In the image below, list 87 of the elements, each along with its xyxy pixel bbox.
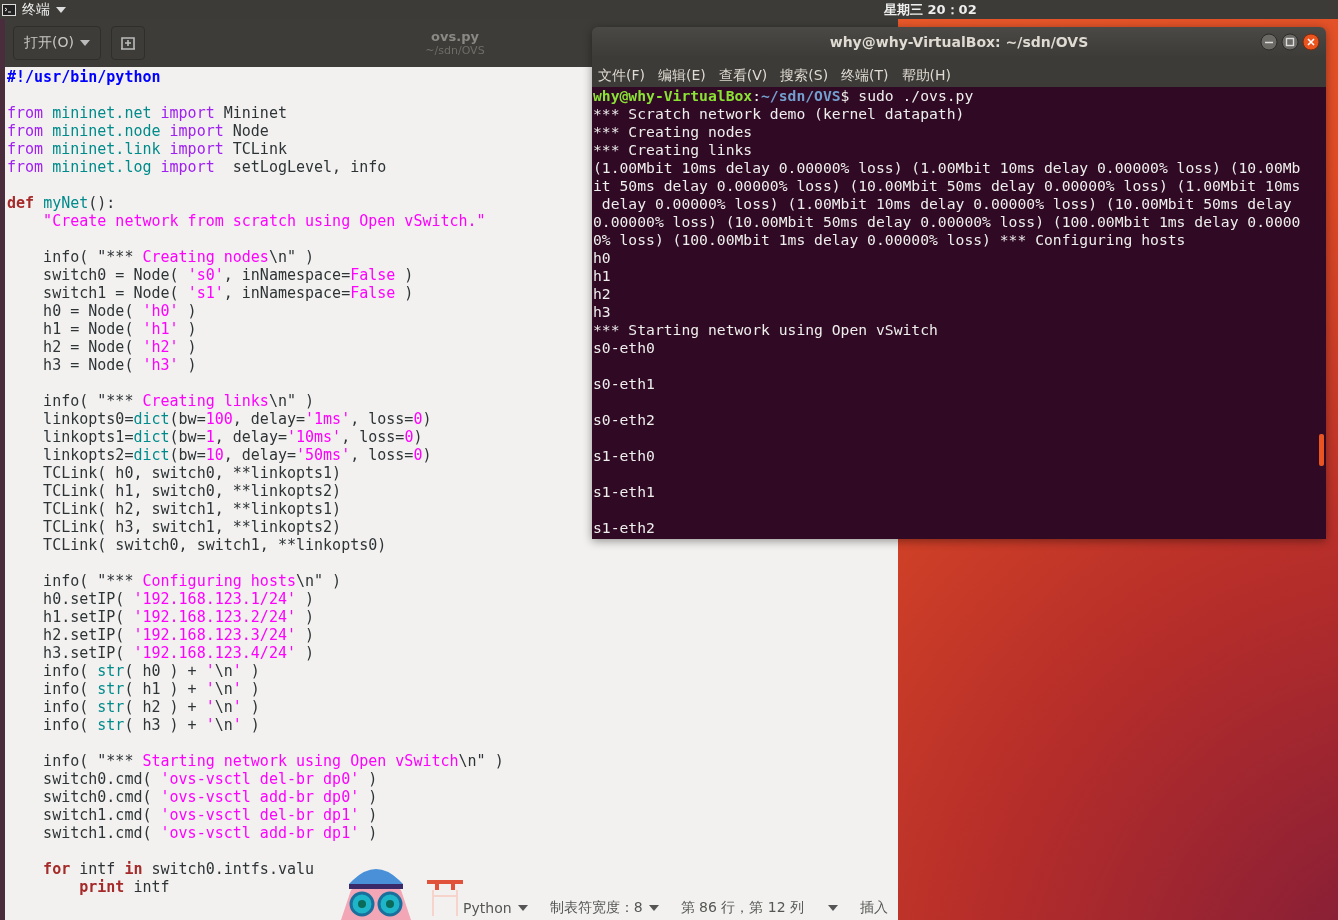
code-line: linkopts2=dict(bw=10, delay='50ms', loss=0): [42, 446, 432, 464]
output-line: 0% loss) (100.00Mbit 1ms delay 0.00000% loss) *** Configuring hosts: [593, 231, 1186, 249]
output-line: h1: [593, 267, 611, 285]
code-line: from mininet.log import setLogLevel, info: [7, 158, 387, 176]
code-line: h0 = Node( 'h0' ): [42, 302, 197, 320]
gate-icon: [427, 880, 463, 916]
code-line: switch0.cmd( 'ovs-vsctl del-br dp0' ): [42, 770, 378, 788]
menu-item[interactable]: 搜索(S): [780, 67, 829, 85]
code-line: switch1.cmd( 'ovs-vsctl add-br dp1' ): [42, 824, 378, 842]
output-line: s0-eth1: [593, 375, 655, 393]
output-line: s0-eth2: [593, 411, 655, 429]
caret-icon: [828, 905, 838, 911]
window-title: why@why-VirtualBox: ~/sdn/OVS: [829, 34, 1089, 50]
file-title: ovs.py: [431, 29, 479, 44]
code-line: h2 = Node( 'h2' ): [42, 338, 197, 356]
code-line: info( "*** Starting network using Open vSwitch\n" ): [42, 752, 504, 770]
insert-mode[interactable]: 插入: [860, 899, 888, 917]
output-line: *** Scratch network demo (kernel datapath): [593, 105, 965, 123]
menu-item[interactable]: 文件(F): [598, 67, 645, 85]
code-line: #!/usr/bin/python: [7, 68, 161, 86]
code-line: info( str( h3 ) + '\n' ): [42, 716, 260, 734]
code-line: switch0.cmd( 'ovs-vsctl add-br dp0' ): [42, 788, 378, 806]
code-line: info( "*** Creating nodes\n" ): [42, 248, 315, 266]
output-line: it 50ms delay 0.00000% loss) (10.00Mbit 50ms delay 0.00000% loss) (1.00Mbit 10ms: [593, 177, 1301, 195]
clock[interactable]: 星期三 20：02: [884, 0, 977, 19]
app-menu[interactable]: 终端: [22, 0, 50, 19]
open-button[interactable]: 打开(O): [13, 26, 101, 60]
caret-icon: [79, 40, 90, 46]
terminal-icon[interactable]: [2, 3, 16, 16]
code-line: info( str( h1 ) + '\n' ): [42, 680, 260, 698]
language-selector[interactable]: Python: [463, 900, 528, 916]
code-line: TCLink( h3, switch1, **linkopts2): [42, 518, 342, 536]
output-line: h3: [593, 303, 611, 321]
code-line: info( str( h2 ) + '\n' ): [42, 698, 260, 716]
output-line: 0.00000% loss) (10.00Mbit 50ms delay 0.00000% loss) (100.00Mbit 1ms delay 0.0000: [593, 213, 1301, 231]
menu-item[interactable]: 查看(V): [718, 67, 768, 85]
output-line: h2: [593, 285, 611, 303]
code-line: from mininet.net import Mininet: [7, 104, 287, 122]
output-line: (1.00Mbit 10ms delay 0.00000% loss) (1.00Mbit 10ms delay 0.00000% loss) (10.00Mb: [593, 159, 1301, 177]
code-line: h3 = Node( 'h3' ): [42, 356, 197, 374]
caret-icon: [517, 905, 528, 911]
new-tab-icon: [119, 35, 136, 51]
code-line: switch0 = Node( 's0', inNamespace=False ): [42, 266, 414, 284]
output-line: *** Creating nodes: [593, 123, 753, 141]
code-line: linkopts1=dict(bw=1, delay='10ms', loss=0): [42, 428, 423, 446]
code-line: TCLink( h1, switch0, **linkopts2): [42, 482, 342, 500]
code-line: "Create network from scratch using Open vSwitch.": [42, 212, 486, 230]
output-line: s1-eth0: [593, 447, 655, 465]
close-icon[interactable]: [1302, 33, 1320, 51]
code-line: h0.setIP( '192.168.123.1/24' ): [42, 590, 315, 608]
output-line: delay 0.00000% loss) (1.00Mbit 10ms delay 0.00000% loss) (10.00Mbit 50ms delay: [600, 195, 1292, 213]
code-line: linkopts0=dict(bw=100, delay='1ms', loss=0): [42, 410, 432, 428]
caret-icon: [648, 905, 659, 911]
output-line: s1-eth2: [593, 519, 655, 537]
code-line: TCLink( switch0, switch1, **linkopts0): [42, 536, 387, 554]
menu-item[interactable]: 终端(T): [841, 67, 889, 85]
code-line: switch1.cmd( 'ovs-vsctl del-br dp1' ): [42, 806, 378, 824]
scrollbar-thumb[interactable]: [1319, 434, 1324, 466]
code-line: switch1 = Node( 's1', inNamespace=False ): [42, 284, 414, 302]
output-line: *** Creating links: [593, 141, 753, 159]
code-line: h3.setIP( '192.168.123.4/24' ): [42, 644, 315, 662]
caret-icon: [56, 6, 66, 13]
code-line: h2.setIP( '192.168.123.3/24' ): [42, 626, 315, 644]
tab-width-selector[interactable]: 制表符宽度：8: [549, 899, 659, 917]
output-line: h0: [593, 249, 611, 267]
code-line: info( "*** Creating links\n" ): [42, 392, 315, 410]
prompt-line: why@why-VirtualBox:~/sdn/OVS$ sudo ./ovs.py: [593, 87, 974, 105]
new-tab-button[interactable]: [110, 26, 145, 60]
code-line: h1.setIP( '192.168.123.2/24' ): [42, 608, 315, 626]
output-line: s1-eth1: [593, 483, 655, 501]
code-line: TCLink( h0, switch0, **linkopts1): [42, 464, 342, 482]
code-line: from mininet.link import TCLink: [7, 140, 287, 158]
maximize-icon[interactable]: [1281, 33, 1299, 51]
code-line: info( "*** Configuring hosts\n" ): [42, 572, 342, 590]
code-line: def myNet():: [7, 194, 116, 212]
output-line: *** Starting network using Open vSwitch: [593, 321, 938, 339]
code-line: from mininet.node import Node: [7, 122, 269, 140]
output-line: s0-eth0: [593, 339, 655, 357]
code-line: h1 = Node( 'h1' ): [42, 320, 197, 338]
menu-item[interactable]: 编辑(E): [658, 67, 706, 85]
code-line: TCLink( h2, switch1, **linkopts1): [42, 500, 342, 518]
code-line: print intf: [78, 878, 170, 896]
minimize-icon[interactable]: [1260, 33, 1278, 51]
code-line: info( str( h0 ) + '\n' ): [42, 662, 260, 680]
cursor-position[interactable]: 第 86 行，第 12 列: [680, 899, 838, 917]
menu-item[interactable]: 帮助(H): [901, 67, 952, 85]
code-line: for intf in switch0.intfs.valu: [42, 860, 315, 878]
